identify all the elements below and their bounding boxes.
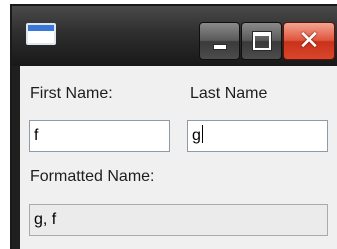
form-panel: First Name: Last Name f g Formatted Name… — [20, 66, 337, 249]
window-controls: ✕ — [198, 22, 335, 60]
formatted-name-label: Formatted Name: — [30, 168, 155, 185]
close-icon: ✕ — [298, 26, 320, 56]
last-name-label: Last Name — [190, 85, 268, 102]
minimize-button[interactable] — [199, 22, 240, 60]
window-app-icon[interactable] — [26, 23, 56, 45]
title-bar[interactable]: ✕ — [12, 6, 337, 66]
last-name-input-text: g — [192, 127, 201, 144]
formatted-name-field[interactable]: g, f — [29, 204, 328, 236]
first-name-label: First Name: — [30, 85, 113, 102]
formatted-name-text: g, f — [34, 211, 57, 228]
text-caret — [201, 125, 203, 143]
minimize-icon — [214, 45, 226, 49]
close-button[interactable]: ✕ — [283, 22, 335, 60]
maximize-button[interactable] — [241, 22, 282, 60]
maximize-icon — [253, 32, 271, 50]
app-window: ✕ First Name: Last Name f g Formatted Na… — [10, 4, 337, 249]
last-name-input[interactable]: g — [187, 120, 328, 152]
first-name-input[interactable]: f — [29, 120, 170, 152]
first-name-input-text: f — [34, 127, 39, 144]
